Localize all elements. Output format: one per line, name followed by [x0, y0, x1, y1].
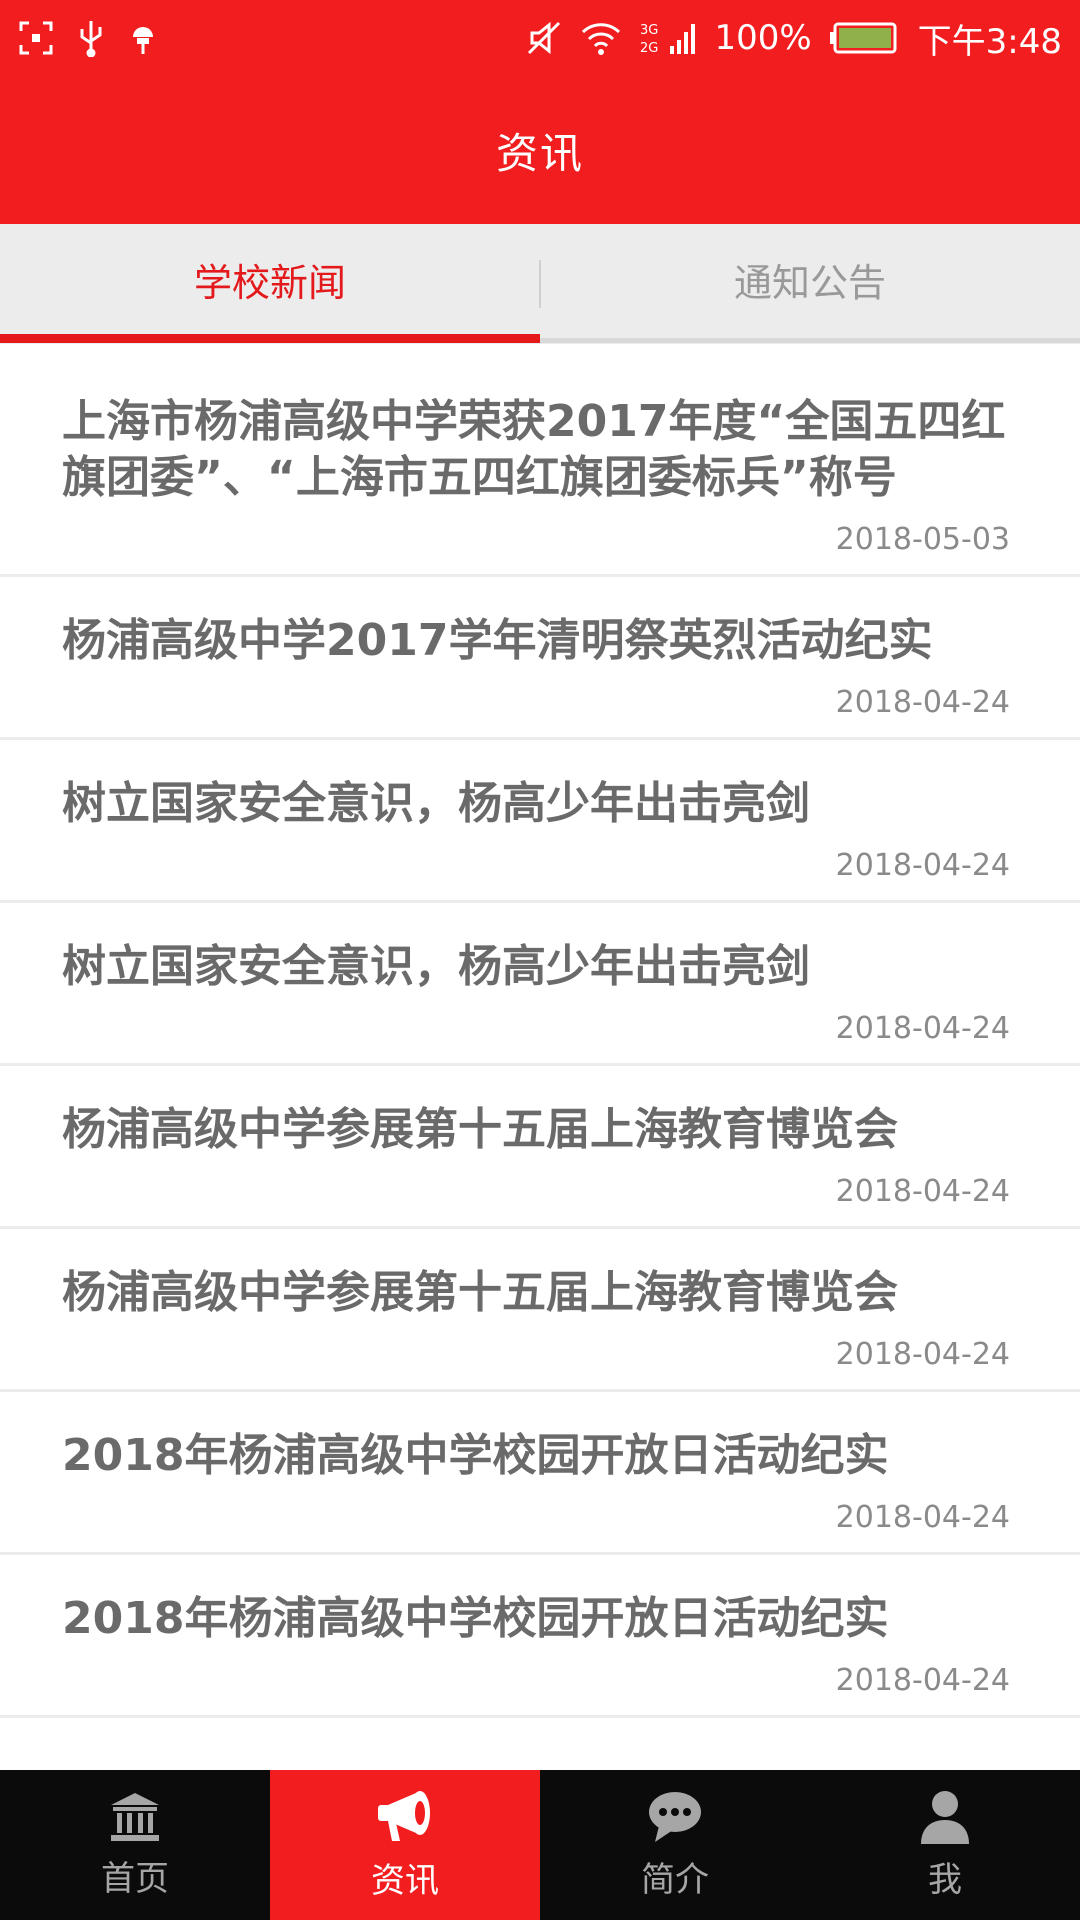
news-item[interactable]: 2018年杨浦高级中学校园开放日活动纪实 2018-04-24: [0, 1555, 1080, 1718]
nav-me[interactable]: 我: [810, 1770, 1080, 1920]
news-date: 2018-04-24: [835, 1663, 1010, 1698]
chat-bubble-icon: [647, 1790, 703, 1844]
bottom-navigation: 首页 资讯 简介 我: [0, 1770, 1080, 1920]
tab-bar: 学校新闻 通知公告: [0, 224, 1080, 344]
news-title: 杨浦高级中学2017学年清明祭英烈活动纪实: [62, 615, 933, 666]
nav-label: 资讯: [371, 1860, 439, 1901]
news-date: 2018-04-24: [835, 1337, 1010, 1372]
news-date: 2018-04-24: [835, 685, 1010, 720]
news-title: 树立国家安全意识，杨高少年出击亮剑: [62, 941, 810, 992]
svg-text:3G: 3G: [640, 23, 658, 38]
news-title: 2018年杨浦高级中学校园开放日活动纪实: [62, 1593, 889, 1644]
status-bar: 3G 2G 100% 下午3:48: [0, 0, 1080, 76]
news-item[interactable]: 杨浦高级中学参展第十五届上海教育博览会 2018-04-24: [0, 1229, 1080, 1392]
news-date: 2018-04-24: [835, 1011, 1010, 1046]
news-item[interactable]: 树立国家安全意识，杨高少年出击亮剑 2018-04-24: [0, 903, 1080, 1066]
nav-label: 首页: [101, 1858, 169, 1899]
nav-label: 我: [928, 1859, 962, 1900]
app-header: 资讯: [0, 76, 1080, 224]
news-item[interactable]: 杨浦高级中学2017学年清明祭英烈活动纪实 2018-04-24: [0, 577, 1080, 740]
battery-icon: [829, 21, 900, 55]
battery-percent: 100%: [714, 18, 812, 58]
nav-intro[interactable]: 简介: [540, 1770, 810, 1920]
screenshot-icon: [18, 20, 54, 56]
clock: 下午3:48: [917, 21, 1062, 62]
cellular-signal-icon: 3G 2G: [640, 20, 696, 56]
news-list[interactable]: 上海市杨浦高级中学荣获2017年度“全国五四红旗团委”、“上海市五四红旗团委标兵…: [0, 358, 1080, 1768]
android-debug-icon: [128, 19, 158, 57]
tab-label: 学校新闻: [193, 260, 346, 305]
wifi-icon: [580, 20, 622, 56]
news-item[interactable]: 杨浦高级中学参展第十五届上海教育博览会 2018-04-24: [0, 1066, 1080, 1229]
usb-icon: [76, 19, 106, 57]
active-tab-indicator: [0, 334, 540, 343]
nav-label: 简介: [641, 1859, 709, 1900]
news-title: 上海市杨浦高级中学荣获2017年度“全国五四红旗团委”、“上海市五四红旗团委标兵…: [62, 396, 1006, 503]
page-title: 资讯: [495, 128, 584, 178]
nav-home[interactable]: 首页: [0, 1770, 270, 1920]
person-icon: [919, 1790, 971, 1844]
bank-icon: [108, 1791, 162, 1843]
tab-label: 通知公告: [733, 260, 886, 305]
tab-school-news[interactable]: 学校新闻: [0, 224, 540, 344]
tab-divider: [539, 260, 541, 308]
nav-news[interactable]: 资讯: [270, 1770, 540, 1920]
news-title: 杨浦高级中学参展第十五届上海教育博览会: [62, 1104, 898, 1155]
news-date: 2018-04-24: [835, 1174, 1010, 1209]
megaphone-icon: [376, 1789, 434, 1845]
news-date: 2018-05-03: [835, 522, 1010, 557]
svg-text:2G: 2G: [640, 41, 658, 56]
news-item[interactable]: 树立国家安全意识，杨高少年出击亮剑 2018-04-24: [0, 740, 1080, 903]
news-title: 杨浦高级中学参展第十五届上海教育博览会: [62, 1267, 898, 1318]
news-title: 树立国家安全意识，杨高少年出击亮剑: [62, 778, 810, 829]
news-item[interactable]: 上海市杨浦高级中学荣获2017年度“全国五四红旗团委”、“上海市五四红旗团委标兵…: [0, 358, 1080, 577]
news-title: 2018年杨浦高级中学校园开放日活动纪实: [62, 1430, 889, 1481]
tab-indicator-track: [540, 338, 1080, 343]
news-item[interactable]: 2018年杨浦高级中学校园开放日活动纪实 2018-04-24: [0, 1392, 1080, 1555]
mute-icon: [526, 20, 562, 56]
news-date: 2018-04-24: [835, 1500, 1010, 1535]
news-date: 2018-04-24: [835, 848, 1010, 883]
tab-notices[interactable]: 通知公告: [540, 224, 1080, 344]
